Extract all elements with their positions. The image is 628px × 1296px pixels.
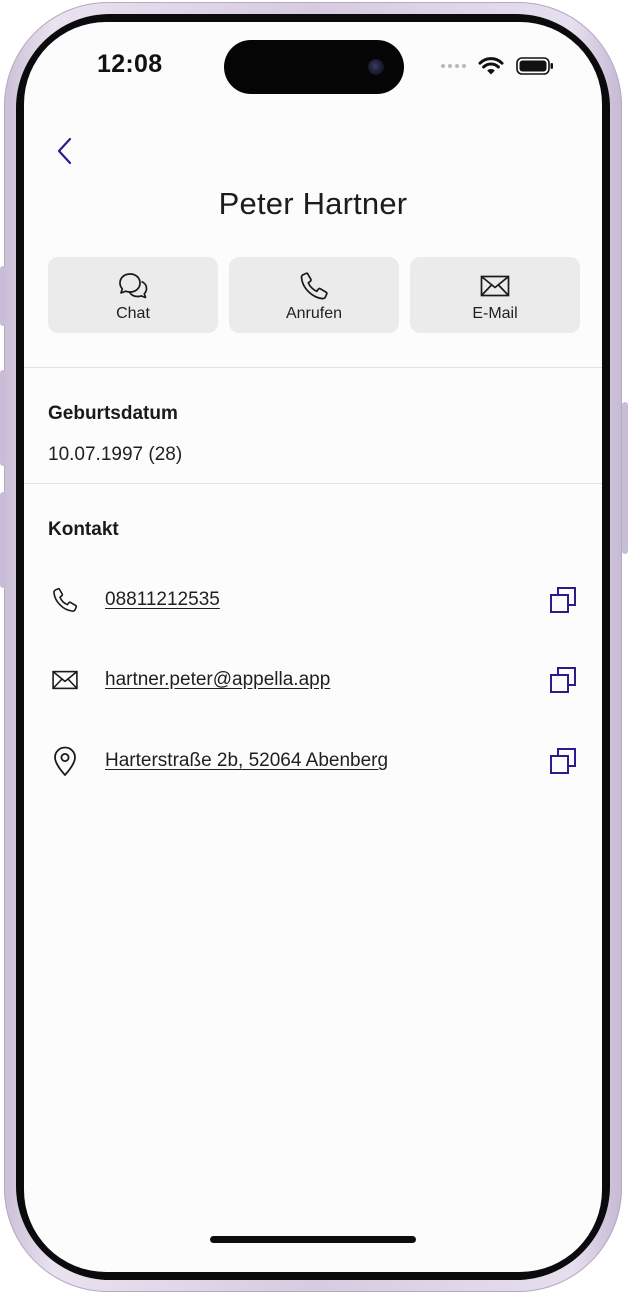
email-link[interactable]: hartner.peter@appella.app bbox=[105, 669, 546, 691]
cellular-signal-icon bbox=[441, 64, 466, 68]
status-time: 12:08 bbox=[97, 50, 163, 78]
email-button[interactable]: E-Mail bbox=[410, 257, 580, 333]
copy-icon bbox=[550, 667, 576, 693]
contact-row-email: hartner.peter@appella.app bbox=[48, 660, 580, 700]
envelope-icon bbox=[48, 663, 82, 697]
address-link[interactable]: Harterstraße 2b, 52064 Abenberg bbox=[105, 750, 546, 772]
copy-icon bbox=[550, 748, 576, 774]
home-indicator[interactable] bbox=[210, 1236, 416, 1243]
action-side-button bbox=[0, 266, 6, 326]
phone-icon bbox=[300, 272, 328, 300]
power-button bbox=[622, 402, 628, 554]
birthday-value: 10.07.1997 (28) bbox=[48, 444, 183, 465]
front-camera-icon bbox=[368, 59, 384, 75]
phone-number-link[interactable]: 08811212535 bbox=[105, 589, 546, 611]
call-button[interactable]: Anrufen bbox=[229, 257, 399, 333]
contact-row-phone: 08811212535 bbox=[48, 580, 580, 620]
chat-bubbles-icon bbox=[119, 273, 148, 299]
wifi-icon bbox=[478, 57, 504, 75]
copy-email-button[interactable] bbox=[546, 663, 580, 697]
dynamic-island bbox=[224, 40, 404, 94]
location-pin-icon bbox=[48, 744, 82, 778]
volume-up-button bbox=[0, 370, 6, 466]
email-button-label: E-Mail bbox=[472, 305, 518, 322]
chat-button[interactable]: Chat bbox=[48, 257, 218, 333]
action-buttons: Chat Anrufen E-Mail bbox=[48, 257, 580, 333]
copy-phone-button[interactable] bbox=[546, 583, 580, 617]
birthday-title: Geburtsdatum bbox=[48, 403, 178, 424]
divider bbox=[24, 367, 602, 368]
divider bbox=[24, 483, 602, 484]
battery-icon bbox=[516, 57, 553, 75]
contact-title: Kontakt bbox=[48, 519, 119, 540]
back-button[interactable] bbox=[48, 134, 82, 168]
screen: 12:08 Peter Hartner Chat Anrufen E-Mail … bbox=[24, 22, 602, 1272]
volume-down-button bbox=[0, 492, 6, 588]
copy-icon bbox=[550, 587, 576, 613]
chat-button-label: Chat bbox=[116, 305, 150, 322]
phone-icon bbox=[48, 583, 82, 617]
status-indicators bbox=[441, 56, 554, 76]
call-button-label: Anrufen bbox=[285, 305, 343, 322]
envelope-icon bbox=[480, 275, 510, 297]
copy-address-button[interactable] bbox=[546, 744, 580, 778]
contact-row-address: Harterstraße 2b, 52064 Abenberg bbox=[48, 741, 580, 781]
chevron-left-icon bbox=[57, 137, 72, 165]
page-title: Peter Hartner bbox=[218, 186, 408, 221]
